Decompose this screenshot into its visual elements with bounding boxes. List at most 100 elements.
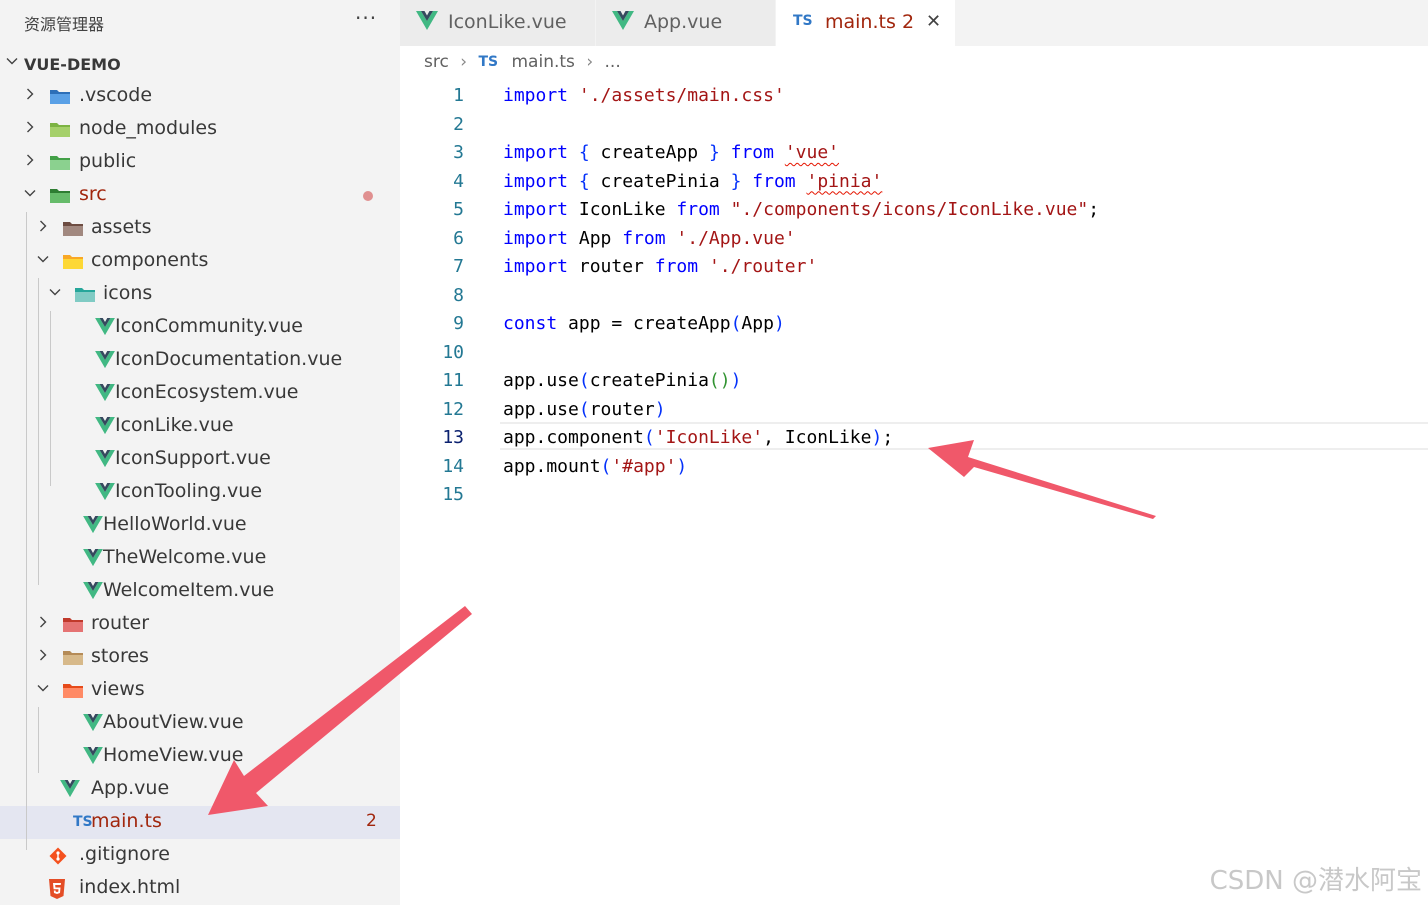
chevron-right-icon[interactable]	[37, 220, 49, 232]
code-line[interactable]: import { createPinia } from 'pinia'	[503, 171, 882, 192]
code-line[interactable]: import './assets/main.css'	[503, 85, 785, 106]
tree-item-views[interactable]: views	[0, 674, 400, 707]
tree-item-index-html[interactable]: index.html	[0, 872, 400, 905]
code-line[interactable]: import IconLike from "./components/icons…	[503, 199, 1099, 220]
line-number: 4	[453, 170, 464, 192]
tree-item-label: IconCommunity.vue	[115, 315, 303, 337]
tree-item-thewelcome-vue[interactable]: TheWelcome.vue	[0, 542, 400, 575]
tree-item-iconcommunity-vue[interactable]: IconCommunity.vue	[0, 311, 400, 344]
node-folder-icon	[49, 120, 70, 140]
indent-guide	[38, 707, 39, 773]
tree-item-label: IconLike.vue	[115, 414, 234, 436]
vue-icon	[95, 384, 115, 404]
chevron-down-icon[interactable]	[49, 286, 61, 298]
vue-icon	[612, 11, 634, 35]
modified-dot-icon	[363, 191, 373, 201]
tree-item-label: HomeView.vue	[103, 744, 244, 766]
tree-item-icontooling-vue[interactable]: IconTooling.vue	[0, 476, 400, 509]
vue-icon	[83, 516, 103, 536]
tree-item-aboutview-vue[interactable]: AboutView.vue	[0, 707, 400, 740]
tree-item-icondocumentation-vue[interactable]: IconDocumentation.vue	[0, 344, 400, 377]
tab-iconlike-vue[interactable]: IconLike.vue	[400, 0, 596, 46]
tree-item-label: views	[91, 678, 145, 700]
chevron-right-icon[interactable]	[24, 88, 36, 100]
html5-icon	[48, 879, 68, 899]
vue-icon	[95, 318, 115, 338]
tree-item-label: .vscode	[79, 84, 153, 106]
tree-item-label: node_modules	[79, 117, 218, 139]
breadcrumb: src › TS main.ts › ...	[424, 52, 621, 78]
chevron-down-icon[interactable]	[37, 682, 49, 694]
tree-item-label: AboutView.vue	[103, 711, 244, 733]
tree-item-icons[interactable]: icons	[0, 278, 400, 311]
workspace-root[interactable]: VUE-DEMO	[0, 47, 400, 80]
chevron-down-icon[interactable]	[24, 187, 36, 199]
tree-item-stores[interactable]: stores	[0, 641, 400, 674]
chevron-right-icon[interactable]	[24, 121, 36, 133]
src-folder-icon	[49, 186, 70, 206]
close-icon[interactable]: ✕	[926, 11, 941, 32]
code-line[interactable]: import router from './router'	[503, 256, 817, 277]
explorer-sidebar: 资源管理器 ··· VUE-DEMO .vscode node_modulespu…	[0, 0, 400, 905]
tree-item-vscode[interactable]: .vscode	[0, 80, 400, 113]
indent-guide	[38, 278, 39, 585]
code-line[interactable]: app.mount('#app')	[503, 456, 687, 477]
tree-item-iconlike-vue[interactable]: IconLike.vue	[0, 410, 400, 443]
breadcrumb-symbols[interactable]: ...	[605, 52, 621, 72]
code-editor[interactable]: 1 2 3 4 5 6 7 8 9 10 11 12 13 14 15 import './assets/m…	[400, 80, 1428, 905]
tree-item-label: .gitignore	[79, 843, 170, 865]
vue-icon	[83, 747, 103, 767]
tree-item-iconsupport-vue[interactable]: IconSupport.vue	[0, 443, 400, 476]
tab-main-ts[interactable]: TS main.ts 2 ✕	[776, 0, 956, 46]
line-number: 13	[442, 427, 464, 448]
chevron-right-icon[interactable]	[37, 616, 49, 628]
tree-item-src[interactable]: src	[0, 179, 400, 212]
tree-item-assets[interactable]: assets	[0, 212, 400, 245]
typescript-icon: TS	[793, 13, 813, 29]
explorer-title: 资源管理器	[24, 15, 105, 34]
tree-item-label: IconDocumentation.vue	[115, 348, 343, 370]
git-icon	[48, 846, 68, 866]
watermark: CSDN @潜水阿宝	[1209, 866, 1422, 896]
chevron-right-icon[interactable]	[24, 154, 36, 166]
components-folder-icon	[62, 252, 83, 272]
tree-item-components[interactable]: components	[0, 245, 400, 278]
tree-item-helloworld-vue[interactable]: HelloWorld.vue	[0, 509, 400, 542]
error-count-badge: 2	[366, 811, 377, 831]
vue-icon	[95, 483, 115, 503]
tree-item-iconecosystem-vue[interactable]: IconEcosystem.vue	[0, 377, 400, 410]
tree-item-gitignore[interactable]: .gitignore	[0, 839, 400, 872]
tree-rows: .vscode node_modulespublic src assets compon…	[0, 80, 400, 905]
tree-item-label: IconTooling.vue	[115, 480, 263, 502]
code-line[interactable]: const app = createApp(App)	[503, 313, 785, 334]
code-line[interactable]: app.component('IconLike', IconLike);	[503, 427, 893, 448]
more-actions-icon[interactable]: ···	[355, 6, 377, 30]
chevron-right-icon: ›	[460, 52, 468, 72]
code-line[interactable]: import { createApp } from 'vue'	[503, 142, 839, 163]
tree-item-label: src	[79, 183, 107, 205]
code-line[interactable]: app.use(router)	[503, 399, 666, 420]
tree-item-public[interactable]: public	[0, 146, 400, 179]
breadcrumb-file[interactable]: main.ts	[512, 52, 575, 72]
tab-app-vue[interactable]: App.vue	[596, 0, 776, 46]
code-line[interactable]: import App from './App.vue'	[503, 228, 796, 249]
vue-icon	[83, 549, 103, 569]
chevron-down-icon[interactable]	[37, 253, 49, 265]
tree-item-app-vue[interactable]: App.vue	[0, 773, 400, 806]
chevron-right-icon[interactable]	[37, 649, 49, 661]
typescript-icon: TS	[73, 814, 93, 830]
tree-item-welcomeitem-vue[interactable]: WelcomeItem.vue	[0, 575, 400, 608]
vue-icon	[60, 780, 80, 800]
tree-item-homeview-vue[interactable]: HomeView.vue	[0, 740, 400, 773]
vue-icon	[95, 450, 115, 470]
router-folder-icon	[62, 615, 83, 635]
vue-icon	[83, 582, 103, 602]
code-line[interactable]: app.use(createPinia())	[503, 370, 741, 391]
tree-item-router[interactable]: router	[0, 608, 400, 641]
tree-item-main-ts[interactable]: TS main.ts 2	[0, 806, 400, 839]
tree-item-label: TheWelcome.vue	[103, 546, 267, 568]
breadcrumb-src[interactable]: src	[424, 52, 449, 72]
stores-folder-icon	[62, 648, 83, 668]
tree-item-node-modules[interactable]: node_modules	[0, 113, 400, 146]
chevron-down-icon[interactable]	[6, 55, 18, 67]
